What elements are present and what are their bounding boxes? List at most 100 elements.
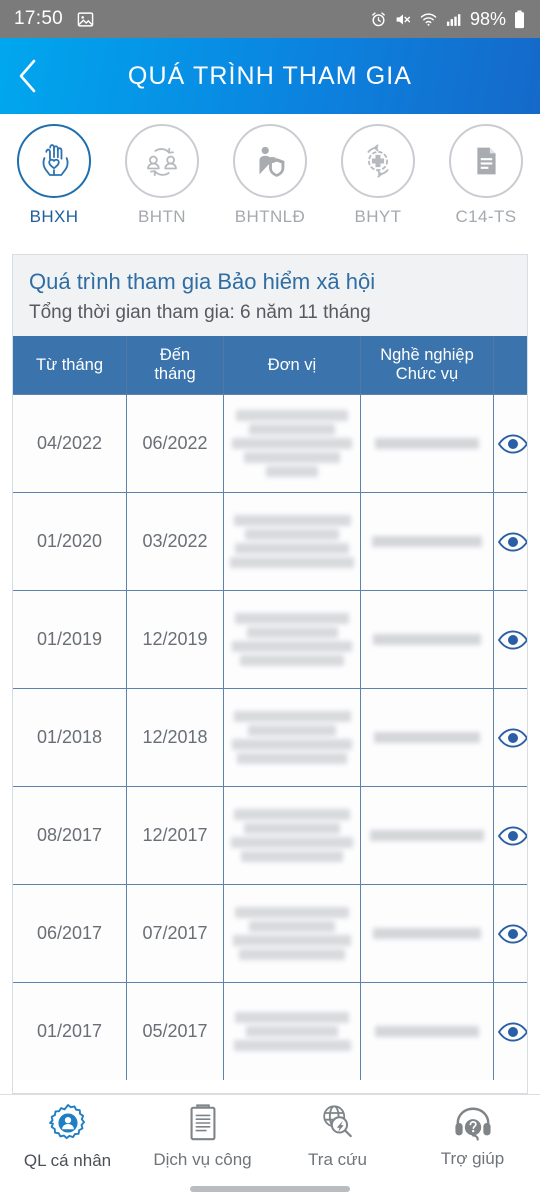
app-screen: 17:50 98% QUÁ TRÌNH THAM GIA BHXH BHTN B… bbox=[0, 0, 540, 1200]
nav-label-personal-management: QL cá nhân bbox=[23, 1151, 112, 1170]
headset-support-icon bbox=[452, 1104, 494, 1142]
column-header-actions bbox=[493, 336, 527, 395]
cell-job-redacted bbox=[360, 983, 493, 1081]
chevron-left-icon bbox=[14, 56, 42, 96]
cell-from-month: 01/2020 bbox=[36, 531, 103, 552]
cell-to-month: 03/2022 bbox=[126, 493, 223, 591]
column-header-job: Nghề nghiệp Chức vụ bbox=[360, 336, 493, 395]
cell-from-month: 01/2017 bbox=[36, 1021, 103, 1042]
column-header-to-month-line2: tháng bbox=[154, 365, 196, 384]
cell-job-redacted bbox=[360, 787, 493, 885]
cell-to-month: 07/2017 bbox=[126, 885, 223, 983]
cell-from-month: 04/2022 bbox=[36, 433, 103, 454]
medical-cross-cycle-icon bbox=[355, 138, 401, 184]
category-circle-c14ts bbox=[449, 124, 523, 198]
eye-icon bbox=[497, 1021, 527, 1043]
column-header-to-month-line1: Đến bbox=[159, 345, 191, 364]
nav-item-personal-management[interactable]: QL cá nhân bbox=[0, 1102, 135, 1171]
signal-icon bbox=[445, 11, 463, 28]
cell-from-month: 08/2017 bbox=[36, 825, 103, 846]
page-title: QUÁ TRÌNH THAM GIA bbox=[127, 61, 413, 90]
cell-from-month: 01/2018 bbox=[36, 727, 103, 748]
two-people-exchange-icon bbox=[139, 138, 185, 184]
category-tab-bhtnld[interactable]: BHTNLĐ bbox=[220, 124, 320, 227]
cell-from-month: 01/2019 bbox=[36, 629, 103, 650]
status-bar-right: 98% bbox=[370, 9, 526, 30]
cell-unit-redacted bbox=[223, 395, 360, 493]
card-subtitle: Tổng thời gian tham gia: 6 năm 11 tháng bbox=[29, 302, 371, 324]
table-row[interactable]: 08/2017 12/2017 bbox=[13, 786, 527, 885]
column-header-job-line2: Chức vụ bbox=[395, 365, 459, 384]
category-circle-bhxh bbox=[17, 124, 91, 198]
alarm-icon bbox=[370, 11, 387, 28]
clipboard-icon bbox=[184, 1103, 222, 1143]
nav-label-help: Trợ giúp bbox=[440, 1149, 505, 1168]
cell-to-month: 05/2017 bbox=[126, 983, 223, 1081]
cell-unit-redacted bbox=[223, 689, 360, 787]
view-detail-button[interactable] bbox=[493, 787, 527, 885]
category-circle-bhtn bbox=[125, 124, 199, 198]
eye-icon bbox=[497, 825, 527, 847]
category-tab-bar: BHXH BHTN BHTNLĐ BHYT C14-TS bbox=[0, 114, 540, 246]
nav-item-help[interactable]: Trợ giúp bbox=[405, 1104, 540, 1169]
category-tab-bhtn[interactable]: BHTN bbox=[112, 124, 212, 227]
card-header: Quá trình tham gia Bảo hiểm xã hội Tổng … bbox=[13, 255, 527, 337]
cell-job-redacted bbox=[360, 591, 493, 689]
cell-job-redacted bbox=[360, 493, 493, 591]
cell-unit-redacted bbox=[223, 493, 360, 591]
eye-icon bbox=[497, 629, 527, 651]
cell-unit-redacted bbox=[223, 885, 360, 983]
table-row[interactable]: 01/2019 12/2019 bbox=[13, 590, 527, 689]
table-row[interactable]: 06/2017 07/2017 bbox=[13, 884, 527, 983]
participation-table: Từ tháng Đến tháng Đơn vị Nghề nghiệp Ch… bbox=[13, 336, 527, 1093]
eye-icon bbox=[497, 531, 527, 553]
nav-label-public-services: Dịch vụ công bbox=[153, 1150, 252, 1169]
cell-unit-redacted bbox=[223, 591, 360, 689]
view-detail-button[interactable] bbox=[493, 591, 527, 689]
table-row[interactable]: 01/2018 12/2018 bbox=[13, 688, 527, 787]
view-detail-button[interactable] bbox=[493, 689, 527, 787]
bottom-navigation: QL cá nhân Dịch vụ công Tra cứu Trợ giúp bbox=[0, 1094, 540, 1178]
view-detail-button[interactable] bbox=[493, 395, 527, 493]
cell-to-month: 12/2018 bbox=[126, 689, 223, 787]
cell-to-month: 12/2017 bbox=[126, 787, 223, 885]
participation-card: Quá trình tham gia Bảo hiểm xã hội Tổng … bbox=[12, 254, 528, 1094]
home-indicator[interactable] bbox=[190, 1186, 350, 1192]
nav-item-lookup[interactable]: Tra cứu bbox=[270, 1103, 405, 1170]
eye-icon bbox=[497, 727, 527, 749]
eye-icon bbox=[497, 923, 527, 945]
view-detail-button[interactable] bbox=[493, 885, 527, 983]
category-circle-bhtnld bbox=[233, 124, 307, 198]
category-tab-bhyt[interactable]: BHYT bbox=[328, 124, 428, 227]
category-label-c14ts: C14-TS bbox=[455, 207, 517, 226]
view-detail-button[interactable] bbox=[493, 983, 527, 1081]
table-row[interactable]: 01/2017 05/2017 bbox=[13, 982, 527, 1081]
battery-percent: 98% bbox=[469, 8, 506, 29]
table-row[interactable]: 04/2022 06/2022 bbox=[13, 394, 527, 493]
home-indicator-area bbox=[0, 1178, 540, 1200]
category-label-bhtn: BHTN bbox=[138, 207, 186, 226]
status-bar: 17:50 98% bbox=[0, 0, 540, 38]
category-tab-c14ts[interactable]: C14-TS bbox=[436, 124, 536, 227]
column-header-job-line1: Nghề nghiệp bbox=[380, 345, 474, 364]
app-header: QUÁ TRÌNH THAM GIA bbox=[0, 38, 540, 114]
cell-unit-redacted bbox=[223, 787, 360, 885]
cell-job-redacted bbox=[360, 395, 493, 493]
cell-job-redacted bbox=[360, 689, 493, 787]
view-detail-button[interactable] bbox=[493, 493, 527, 591]
document-icon bbox=[463, 138, 509, 184]
nav-item-public-services[interactable]: Dịch vụ công bbox=[135, 1103, 270, 1170]
cell-unit-redacted bbox=[223, 983, 360, 1081]
gear-person-icon bbox=[47, 1102, 89, 1144]
cell-job-redacted bbox=[360, 885, 493, 983]
wifi-icon bbox=[419, 11, 438, 28]
back-button[interactable] bbox=[0, 38, 56, 114]
category-tab-bhxh[interactable]: BHXH bbox=[4, 124, 104, 227]
card-title: Quá trình tham gia Bảo hiểm xã hội bbox=[29, 269, 376, 294]
category-label-bhtnld: BHTNLĐ bbox=[234, 207, 306, 226]
column-header-unit: Đơn vị bbox=[223, 336, 360, 395]
category-label-bhxh: BHXH bbox=[29, 207, 79, 226]
table-row[interactable]: 01/2020 03/2022 bbox=[13, 492, 527, 591]
mute-icon bbox=[394, 11, 412, 28]
category-label-bhyt: BHYT bbox=[354, 207, 402, 226]
